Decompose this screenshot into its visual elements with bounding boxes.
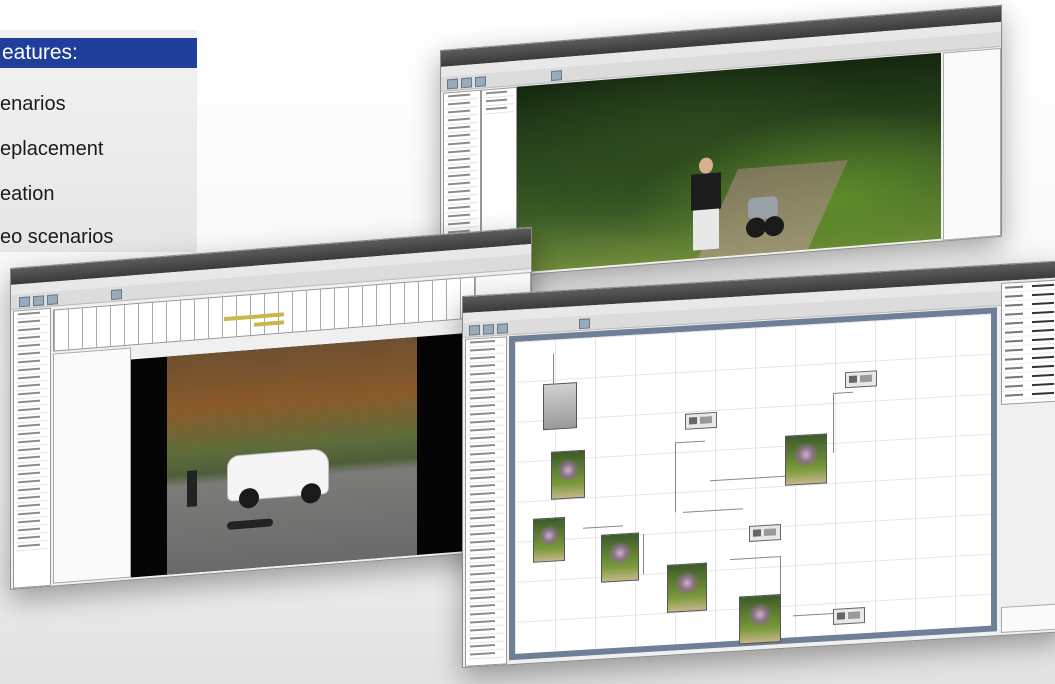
toolbar-button-icon[interactable] xyxy=(475,76,486,88)
toolbar-button-icon[interactable] xyxy=(33,295,44,307)
video-thumbnail-node[interactable] xyxy=(601,532,639,583)
toolbar-button-icon[interactable] xyxy=(551,70,562,82)
feature-item-replacement: eplacement xyxy=(0,138,104,160)
video-frame xyxy=(167,336,417,575)
features-heading: eatures: xyxy=(0,38,197,68)
node-library-list[interactable] xyxy=(465,336,507,667)
feature-item-scenarios: enarios xyxy=(0,93,66,115)
toolbar-button-icon[interactable] xyxy=(469,324,480,336)
feature-item-creation: eation xyxy=(0,183,55,205)
graph-canvas[interactable] xyxy=(515,313,991,654)
properties-grid[interactable] xyxy=(1001,279,1055,405)
timeline-marker[interactable] xyxy=(224,312,284,322)
graph-editor-window xyxy=(462,260,1055,668)
toolbar-button-icon[interactable] xyxy=(19,296,30,308)
feature-item-video-scenarios: eo scenarios xyxy=(0,226,114,248)
video-thumbnail-node[interactable] xyxy=(739,594,781,645)
event-panel xyxy=(53,347,131,584)
toolbar-button-icon[interactable] xyxy=(579,318,590,330)
video-thumbnail-node[interactable] xyxy=(785,433,827,486)
toolbar-button-icon[interactable] xyxy=(47,294,58,306)
properties-panel xyxy=(943,47,1001,241)
node-icon[interactable] xyxy=(845,370,877,389)
node-icon[interactable] xyxy=(685,411,717,430)
feature-slide: eatures: enarios eplacement eation eo sc… xyxy=(0,30,197,252)
asset-list[interactable] xyxy=(13,307,51,589)
toolbar-button-icon[interactable] xyxy=(447,78,458,90)
node-icon[interactable] xyxy=(749,524,781,542)
graph-canvas-frame xyxy=(509,307,997,661)
video-thumbnail-node[interactable] xyxy=(533,516,565,563)
video-viewer xyxy=(131,332,471,578)
toolbar-button-icon[interactable] xyxy=(483,324,494,335)
node-icon[interactable] xyxy=(833,607,865,625)
timeline-marker[interactable] xyxy=(254,320,284,327)
toolbar-button-icon[interactable] xyxy=(461,77,472,89)
description-panel xyxy=(1001,603,1055,633)
toolbar-button-icon[interactable] xyxy=(111,289,122,301)
video-thumbnail-node[interactable] xyxy=(667,562,707,613)
video-frame xyxy=(517,52,941,273)
person-on-ground xyxy=(227,518,273,530)
video-thumbnail-node[interactable] xyxy=(551,449,585,500)
person-standing xyxy=(187,470,197,508)
toolbar-button-icon[interactable] xyxy=(497,323,508,334)
person-figure xyxy=(687,156,725,255)
timeline-window xyxy=(10,226,532,590)
video-thumbnail-node[interactable] xyxy=(543,382,577,431)
motorcycle xyxy=(742,185,786,241)
